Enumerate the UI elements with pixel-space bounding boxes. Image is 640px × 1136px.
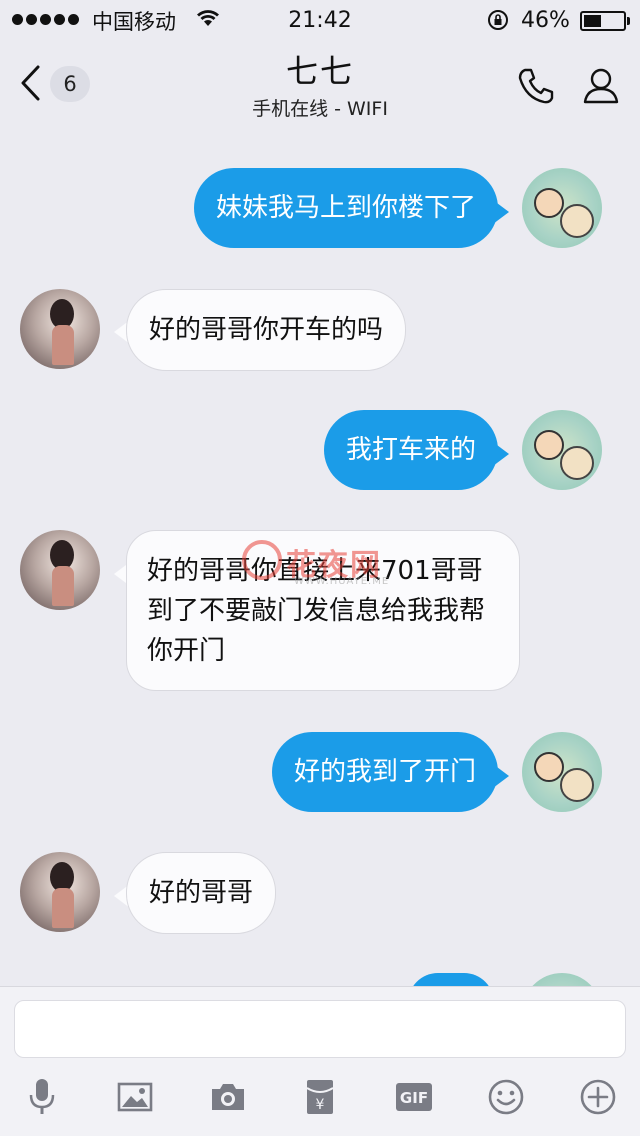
phone-call-button[interactable] <box>516 66 556 110</box>
message-bubble-sent[interactable]: 好的我到了开门 <box>271 732 498 812</box>
message-input[interactable] <box>14 1000 626 1058</box>
watermark-logo: 花夜网 WWW.HUAYE.ME <box>236 536 416 606</box>
battery-tip <box>627 17 630 25</box>
svg-text:¥: ¥ <box>316 1097 325 1113</box>
message-bubble-sent[interactable]: 妹妹我马上到你楼下了 <box>193 168 498 248</box>
chat-header: 6 七七 手机在线 - WIFI <box>0 40 640 130</box>
battery-percent: 46% <box>521 8 570 33</box>
bubble-tail <box>493 442 509 466</box>
contact-avatar[interactable] <box>20 289 100 369</box>
contact-avatar[interactable] <box>20 852 100 932</box>
image-icon[interactable] <box>113 1075 157 1119</box>
status-bar: 中国移动 21:42 46% <box>0 0 640 40</box>
message-bubble-received[interactable]: 好的哥哥你开车的吗 <box>126 289 407 371</box>
message-bubble-sent-partial[interactable] <box>408 973 494 986</box>
bubble-tail <box>493 200 509 224</box>
watermark-url: WWW.HUAYE.ME <box>294 576 390 587</box>
emoji-icon[interactable] <box>484 1075 528 1119</box>
message-bubble-sent[interactable]: 我打车来的 <box>323 410 498 490</box>
my-avatar[interactable] <box>522 732 602 812</box>
rotation-lock-icon <box>486 8 510 37</box>
phone-icon <box>518 68 554 104</box>
watermark-icon <box>242 540 282 580</box>
plus-icon[interactable] <box>576 1075 620 1119</box>
my-avatar[interactable] <box>522 168 602 248</box>
contact-profile-button[interactable] <box>582 66 620 110</box>
my-avatar[interactable] <box>522 973 602 986</box>
gif-label: GIF <box>400 1089 428 1107</box>
my-avatar[interactable] <box>522 410 602 490</box>
microphone-icon[interactable] <box>20 1075 64 1119</box>
camera-icon[interactable] <box>206 1075 250 1119</box>
message-bubble-received[interactable]: 好的哥哥 <box>126 852 277 934</box>
person-icon <box>583 68 619 104</box>
contact-avatar[interactable] <box>20 530 100 610</box>
battery-icon <box>580 11 626 31</box>
composer: ¥ GIF <box>0 986 640 1136</box>
bubble-tail <box>493 764 509 788</box>
composer-toolbar: ¥ GIF <box>0 1067 640 1136</box>
gif-icon[interactable]: GIF <box>392 1075 436 1119</box>
red-packet-icon[interactable]: ¥ <box>298 1075 342 1119</box>
